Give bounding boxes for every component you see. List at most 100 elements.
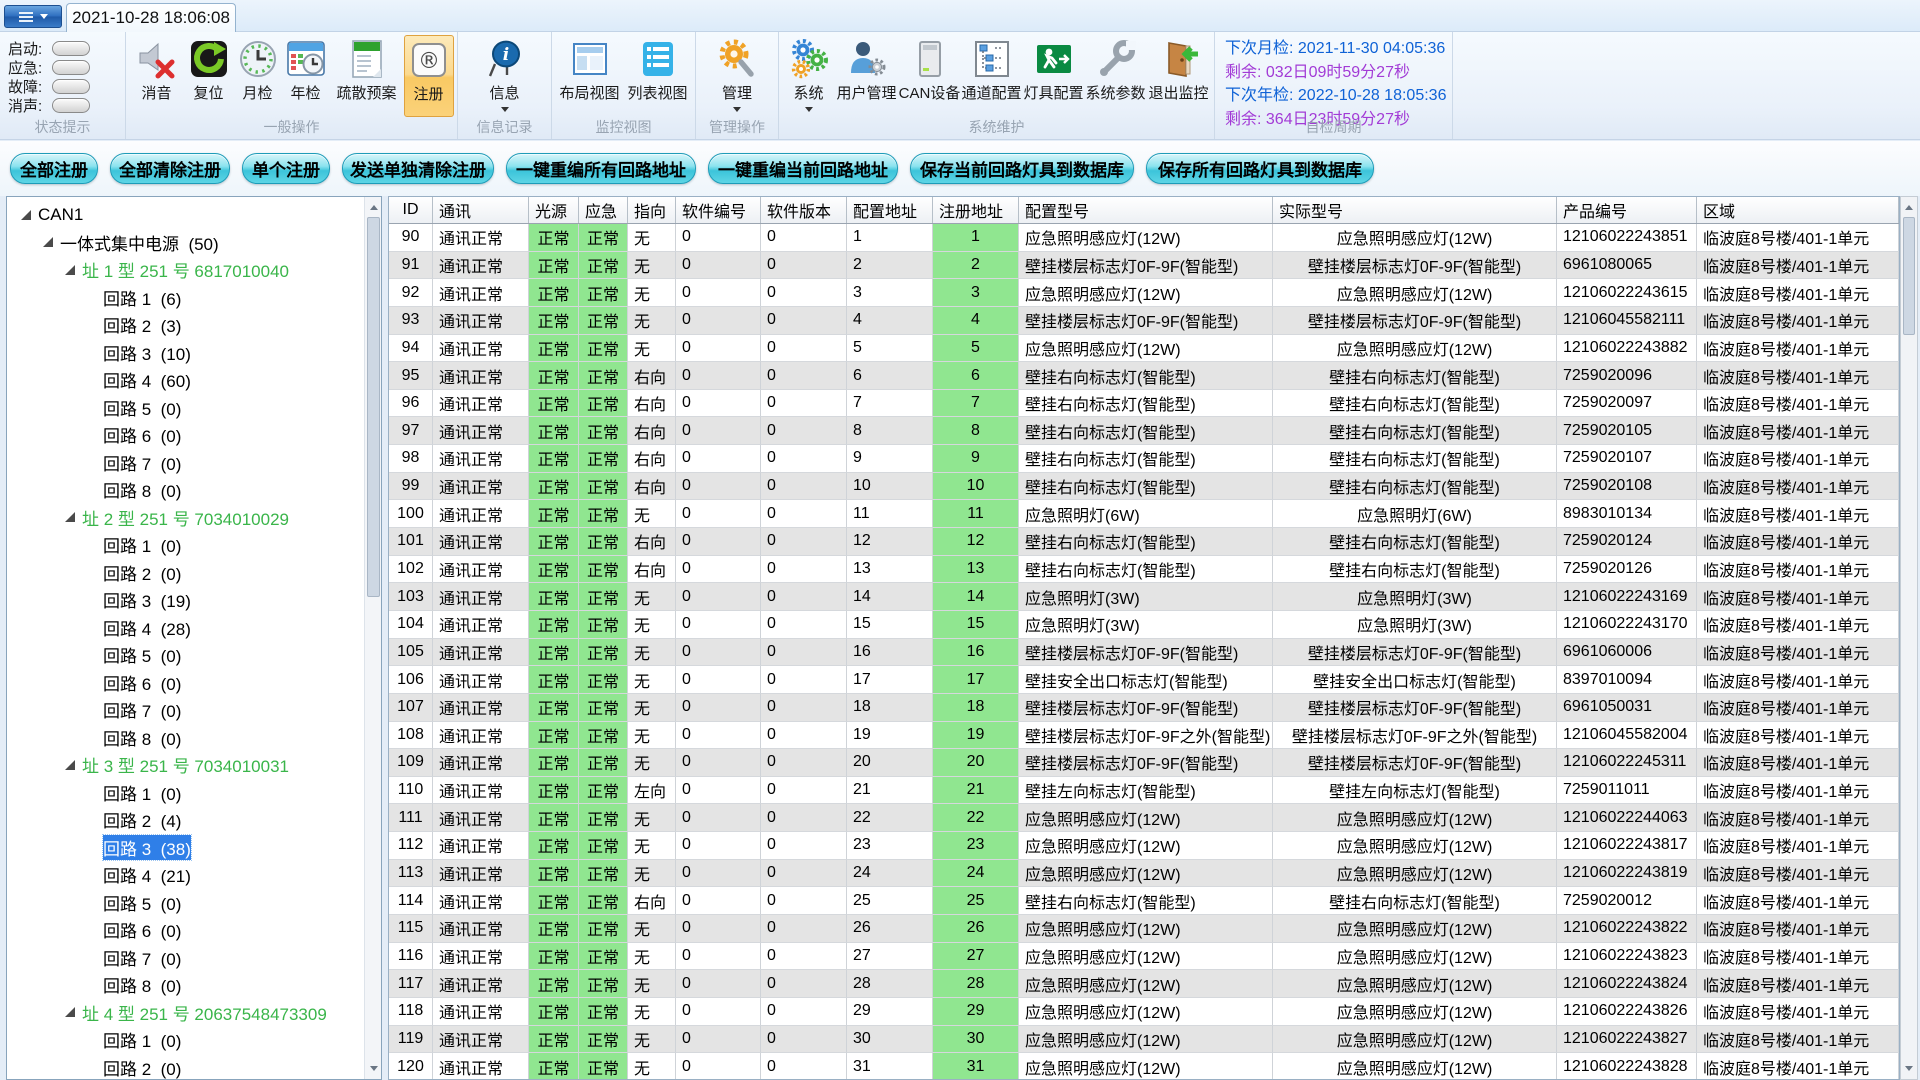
tree-item[interactable]: 回路 8 (0) [7, 476, 381, 504]
table-row[interactable]: 93通讯正常正常正常无0044壁挂楼层标志灯0F-9F(智能型)壁挂楼层标志灯0… [389, 307, 1899, 335]
tree-item[interactable]: 回路 2 (3) [7, 311, 381, 339]
table-row[interactable]: 120通讯正常正常正常无003131应急照明感应灯(12W)应急照明感应灯(12… [389, 1053, 1899, 1080]
tree-item[interactable]: 回路 5 (0) [7, 889, 381, 917]
table-row[interactable]: 104通讯正常正常正常无001515应急照明灯(3W)应急照明灯(3W)1210… [389, 611, 1899, 639]
tree-scrollbar-up-button[interactable] [365, 197, 382, 214]
column-header-11[interactable]: 产品编号 [1557, 197, 1697, 223]
column-header-8[interactable]: 注册地址 [933, 197, 1019, 223]
send-single-clear-register-button[interactable]: 发送单独清除注册 [342, 153, 494, 184]
table-row[interactable]: 90通讯正常正常正常无0011应急照明感应灯(12W)应急照明感应灯(12W)1… [389, 224, 1899, 252]
tree-item[interactable]: 回路 5 (0) [7, 394, 381, 422]
table-scrollbar-thumb[interactable] [1903, 217, 1915, 335]
tree-expand-arrow-icon[interactable] [65, 760, 75, 770]
tree-item[interactable]: 回路 4 (60) [7, 366, 381, 394]
system-params-button[interactable]: 系统参数 [1085, 35, 1147, 117]
can-device-button[interactable]: CAN设备 [899, 35, 961, 117]
table-row[interactable]: 102通讯正常正常正常右向001313壁挂右向标志灯(智能型)壁挂右向标志灯(智… [389, 556, 1899, 584]
monthly-check-button[interactable]: 月检 [234, 35, 282, 117]
tree-item[interactable]: 回路 7 (0) [7, 944, 381, 972]
tree-expand-arrow-icon[interactable] [65, 512, 75, 522]
table-row[interactable]: 92通讯正常正常正常无0033应急照明感应灯(12W)应急照明感应灯(12W)1… [389, 279, 1899, 307]
tree-item[interactable]: CAN1 [7, 201, 381, 229]
column-header-7[interactable]: 配置地址 [847, 197, 933, 223]
column-header-1[interactable]: 通讯 [433, 197, 529, 223]
register-all-button[interactable]: 全部注册 [10, 153, 98, 184]
table-row[interactable]: 111通讯正常正常正常无002222应急照明感应灯(12W)应急照明感应灯(12… [389, 804, 1899, 832]
info-button[interactable]: i信息 [474, 35, 536, 117]
mute-button[interactable]: 消音 [130, 35, 184, 117]
reset-button[interactable]: 复位 [184, 35, 234, 117]
table-row[interactable]: 98通讯正常正常正常右向0099壁挂右向标志灯(智能型)壁挂右向标志灯(智能型)… [389, 445, 1899, 473]
tree-item[interactable]: 址 1 型 251 号 6817010040 [7, 256, 381, 284]
table-scrollbar-up-button[interactable] [1901, 197, 1917, 214]
table-scrollbar-down-button[interactable] [1901, 1062, 1917, 1079]
table-row[interactable]: 94通讯正常正常正常无0055应急照明感应灯(12W)应急照明感应灯(12W)1… [389, 335, 1899, 363]
column-header-0[interactable]: ID [389, 197, 433, 223]
tree-item[interactable]: 回路 4 (28) [7, 614, 381, 642]
tree-item[interactable]: 址 4 型 251 号 20637548473309 [7, 999, 381, 1027]
register-single-button[interactable]: 单个注册 [242, 153, 330, 184]
save-all-loop-lamps-button[interactable]: 保存所有回路灯具到数据库 [1146, 153, 1374, 184]
system-button[interactable]: 系统 [783, 35, 835, 117]
column-header-10[interactable]: 实际型号 [1273, 197, 1557, 223]
table-row[interactable]: 97通讯正常正常正常右向0088壁挂右向标志灯(智能型)壁挂右向标志灯(智能型)… [389, 417, 1899, 445]
table-row[interactable]: 106通讯正常正常正常无001717壁挂安全出口标志灯(智能型)壁挂安全出口标志… [389, 666, 1899, 694]
tree-item[interactable]: 回路 2 (0) [7, 1054, 381, 1080]
table-row[interactable]: 103通讯正常正常正常无001414应急照明灯(3W)应急照明灯(3W)1210… [389, 583, 1899, 611]
column-header-6[interactable]: 软件版本 [761, 197, 847, 223]
manage-button[interactable]: 管理 [707, 35, 767, 117]
tree-expand-arrow-icon[interactable] [65, 1007, 75, 1017]
tree-item[interactable]: 回路 6 (0) [7, 421, 381, 449]
app-menu-button[interactable] [4, 5, 62, 28]
tree-item[interactable]: 回路 6 (0) [7, 916, 381, 944]
rewrite-current-loop-addresses-button[interactable]: 一键重编当前回路地址 [708, 153, 898, 184]
column-header-12[interactable]: 区域 [1697, 197, 1899, 223]
layout-view-button[interactable]: 布局视图 [556, 35, 624, 117]
channel-config-button[interactable]: 通道配置 [961, 35, 1023, 117]
exit-monitor-button[interactable]: 退出监控 [1147, 35, 1211, 117]
table-row[interactable]: 105通讯正常正常正常无001616壁挂楼层标志灯0F-9F(智能型)壁挂楼层标… [389, 639, 1899, 667]
register-button[interactable]: ®注册 [404, 35, 454, 117]
tree-item[interactable]: 回路 8 (0) [7, 724, 381, 752]
tree-item[interactable]: 回路 5 (0) [7, 641, 381, 669]
tree-expand-arrow-icon[interactable] [65, 265, 75, 275]
table-row[interactable]: 109通讯正常正常正常无002020壁挂楼层标志灯0F-9F(智能型)壁挂楼层标… [389, 749, 1899, 777]
list-view-button[interactable]: 列表视图 [624, 35, 692, 117]
table-row[interactable]: 107通讯正常正常正常无001818壁挂楼层标志灯0F-9F(智能型)壁挂楼层标… [389, 694, 1899, 722]
column-header-4[interactable]: 指向 [628, 197, 676, 223]
column-header-5[interactable]: 软件编号 [676, 197, 761, 223]
tree-item[interactable]: 回路 1 (0) [7, 1026, 381, 1054]
tree-scrollbar-down-button[interactable] [365, 1062, 382, 1079]
tree-scrollbar-thumb[interactable] [367, 217, 380, 597]
table-row[interactable]: 96通讯正常正常正常右向0077壁挂右向标志灯(智能型)壁挂右向标志灯(智能型)… [389, 390, 1899, 418]
tree-item[interactable]: 回路 2 (4) [7, 806, 381, 834]
tree-item[interactable]: 址 3 型 251 号 7034010031 [7, 751, 381, 779]
tree-item[interactable]: 回路 8 (0) [7, 971, 381, 999]
table-row[interactable]: 95通讯正常正常正常右向0066壁挂右向标志灯(智能型)壁挂右向标志灯(智能型)… [389, 362, 1899, 390]
table-row[interactable]: 114通讯正常正常正常右向002525壁挂右向标志灯(智能型)壁挂右向标志灯(智… [389, 887, 1899, 915]
tree-item[interactable]: 一体式集中电源 (50) [7, 229, 381, 257]
table-row[interactable]: 112通讯正常正常正常无002323应急照明感应灯(12W)应急照明感应灯(12… [389, 832, 1899, 860]
user-management-button[interactable]: 用户管理 [835, 35, 899, 117]
tree-item[interactable]: 回路 2 (0) [7, 559, 381, 587]
table-row[interactable]: 113通讯正常正常正常无002424应急照明感应灯(12W)应急照明感应灯(12… [389, 860, 1899, 888]
annual-check-button[interactable]: 年检 [282, 35, 330, 117]
table-row[interactable]: 115通讯正常正常正常无002626应急照明感应灯(12W)应急照明感应灯(12… [389, 915, 1899, 943]
tree-item[interactable]: 址 2 型 251 号 7034010029 [7, 504, 381, 532]
rewrite-all-loop-addresses-button[interactable]: 一键重编所有回路地址 [506, 153, 696, 184]
column-header-9[interactable]: 配置型号 [1019, 197, 1273, 223]
tree-item[interactable]: 回路 1 (0) [7, 531, 381, 559]
tree-item[interactable]: 回路 3 (38) [7, 834, 381, 862]
save-current-loop-lamps-button[interactable]: 保存当前回路灯具到数据库 [910, 153, 1134, 184]
tree-expand-arrow-icon[interactable] [43, 237, 53, 247]
tree-item[interactable]: 回路 7 (0) [7, 449, 381, 477]
clear-all-register-button[interactable]: 全部清除注册 [110, 153, 230, 184]
table-row[interactable]: 118通讯正常正常正常无002929应急照明感应灯(12W)应急照明感应灯(12… [389, 998, 1899, 1026]
table-row[interactable]: 101通讯正常正常正常右向001212壁挂右向标志灯(智能型)壁挂右向标志灯(智… [389, 528, 1899, 556]
table-row[interactable]: 100通讯正常正常正常无001111应急照明灯(6W)应急照明灯(6W)8983… [389, 500, 1899, 528]
table-row[interactable]: 99通讯正常正常正常右向001010壁挂右向标志灯(智能型)壁挂右向标志灯(智能… [389, 473, 1899, 501]
table-row[interactable]: 108通讯正常正常正常无001919壁挂楼层标志灯0F-9F之外(智能型)壁挂楼… [389, 722, 1899, 750]
table-row[interactable]: 116通讯正常正常正常无002727应急照明感应灯(12W)应急照明感应灯(12… [389, 943, 1899, 971]
lamp-config-button[interactable]: 灯具配置 [1023, 35, 1085, 117]
table-row[interactable]: 110通讯正常正常正常左向002121壁挂左向标志灯(智能型)壁挂左向标志灯(智… [389, 777, 1899, 805]
